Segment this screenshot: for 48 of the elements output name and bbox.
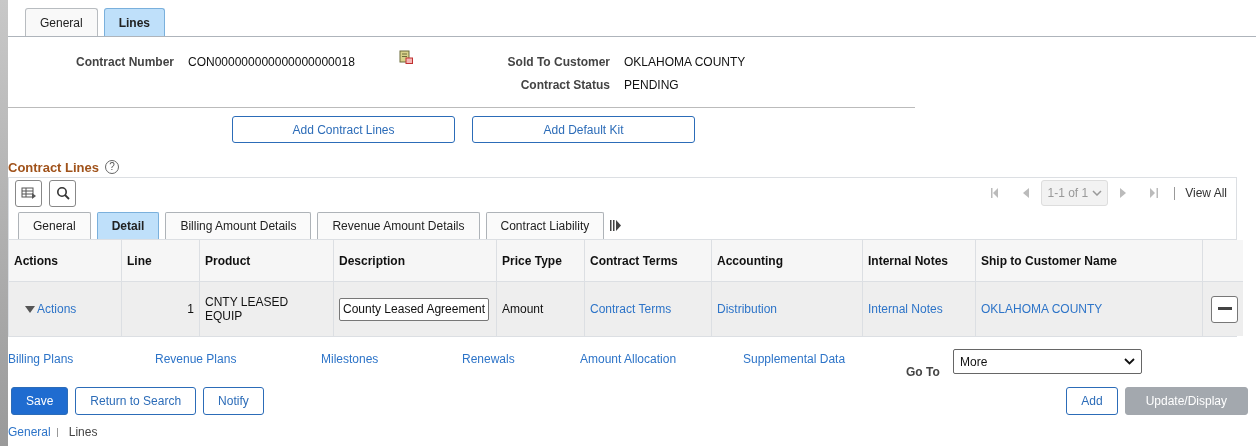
actions-link[interactable]: Actions <box>37 302 77 316</box>
go-to-label: Go To <box>906 365 940 379</box>
column-header: Contract Terms <box>584 240 712 282</box>
column-header: Description <box>333 240 497 282</box>
field-label: Contract Status <box>519 78 611 92</box>
field-label: Sold To Customer <box>506 55 611 69</box>
add-button[interactable]: Add Contract Lines <box>232 116 455 143</box>
page-tab[interactable]: General <box>25 8 98 36</box>
grid-tab[interactable]: General <box>18 212 91 239</box>
action-button[interactable]: Save <box>11 387 69 415</box>
description-field[interactable]: County Leased Agreement <box>339 297 489 321</box>
customer-link[interactable]: OKLAHOMA COUNTY <box>981 302 1103 316</box>
related-link[interactable]: Billing Plans <box>8 352 74 366</box>
action-button[interactable]: Return to Search <box>75 387 197 415</box>
distribution-link[interactable]: Distribution <box>717 302 778 316</box>
contract-terms-link[interactable]: Contract Terms <box>590 302 672 316</box>
section-title: Contract Lines <box>8 159 99 175</box>
column-header: Product <box>199 240 334 282</box>
action-button[interactable]: Add <box>1066 387 1118 415</box>
table-cell: CNTY LEASED EQUIP <box>199 281 334 336</box>
field-value: OKLAHOMA COUNTY <box>624 55 746 69</box>
footer-link[interactable]: General <box>8 425 51 439</box>
go-to-select[interactable]: More <box>953 349 1142 374</box>
field-value: CON000000000000000000018 <box>188 55 355 69</box>
field-value: PENDING <box>624 78 679 92</box>
column-header: Ship to Customer Name <box>975 240 1203 282</box>
grid-tab[interactable]: Contract Liability <box>485 212 605 239</box>
related-link[interactable]: Amount Allocation <box>580 352 677 366</box>
related-link[interactable]: Milestones <box>321 352 379 366</box>
internal-notes-link[interactable]: Internal Notes <box>868 302 943 316</box>
action-button[interactable]: Notify <box>203 387 264 415</box>
grid-tab[interactable]: Detail <box>96 212 160 239</box>
page-tab[interactable]: Lines <box>103 8 166 36</box>
view-all-link[interactable]: View All <box>1185 186 1227 200</box>
related-link[interactable]: Supplemental Data <box>743 352 846 366</box>
column-header: Accounting <box>711 240 863 282</box>
grid-tab[interactable]: Revenue Amount Details <box>317 212 480 239</box>
column-header: Actions <box>9 240 122 282</box>
column-header: Price Type <box>496 240 585 282</box>
add-button[interactable]: Add Default Kit <box>472 116 695 143</box>
column-header: Line <box>121 240 200 282</box>
table-cell: Amount <box>496 281 585 336</box>
column-header: Internal Notes <box>862 240 976 282</box>
table-cell: 1 <box>121 281 200 336</box>
field-label: Contract Number <box>75 55 175 69</box>
related-link[interactable]: Revenue Plans <box>155 352 237 366</box>
related-link[interactable]: Renewals <box>462 352 515 366</box>
grid-tab[interactable]: Billing Amount Details <box>165 212 312 239</box>
